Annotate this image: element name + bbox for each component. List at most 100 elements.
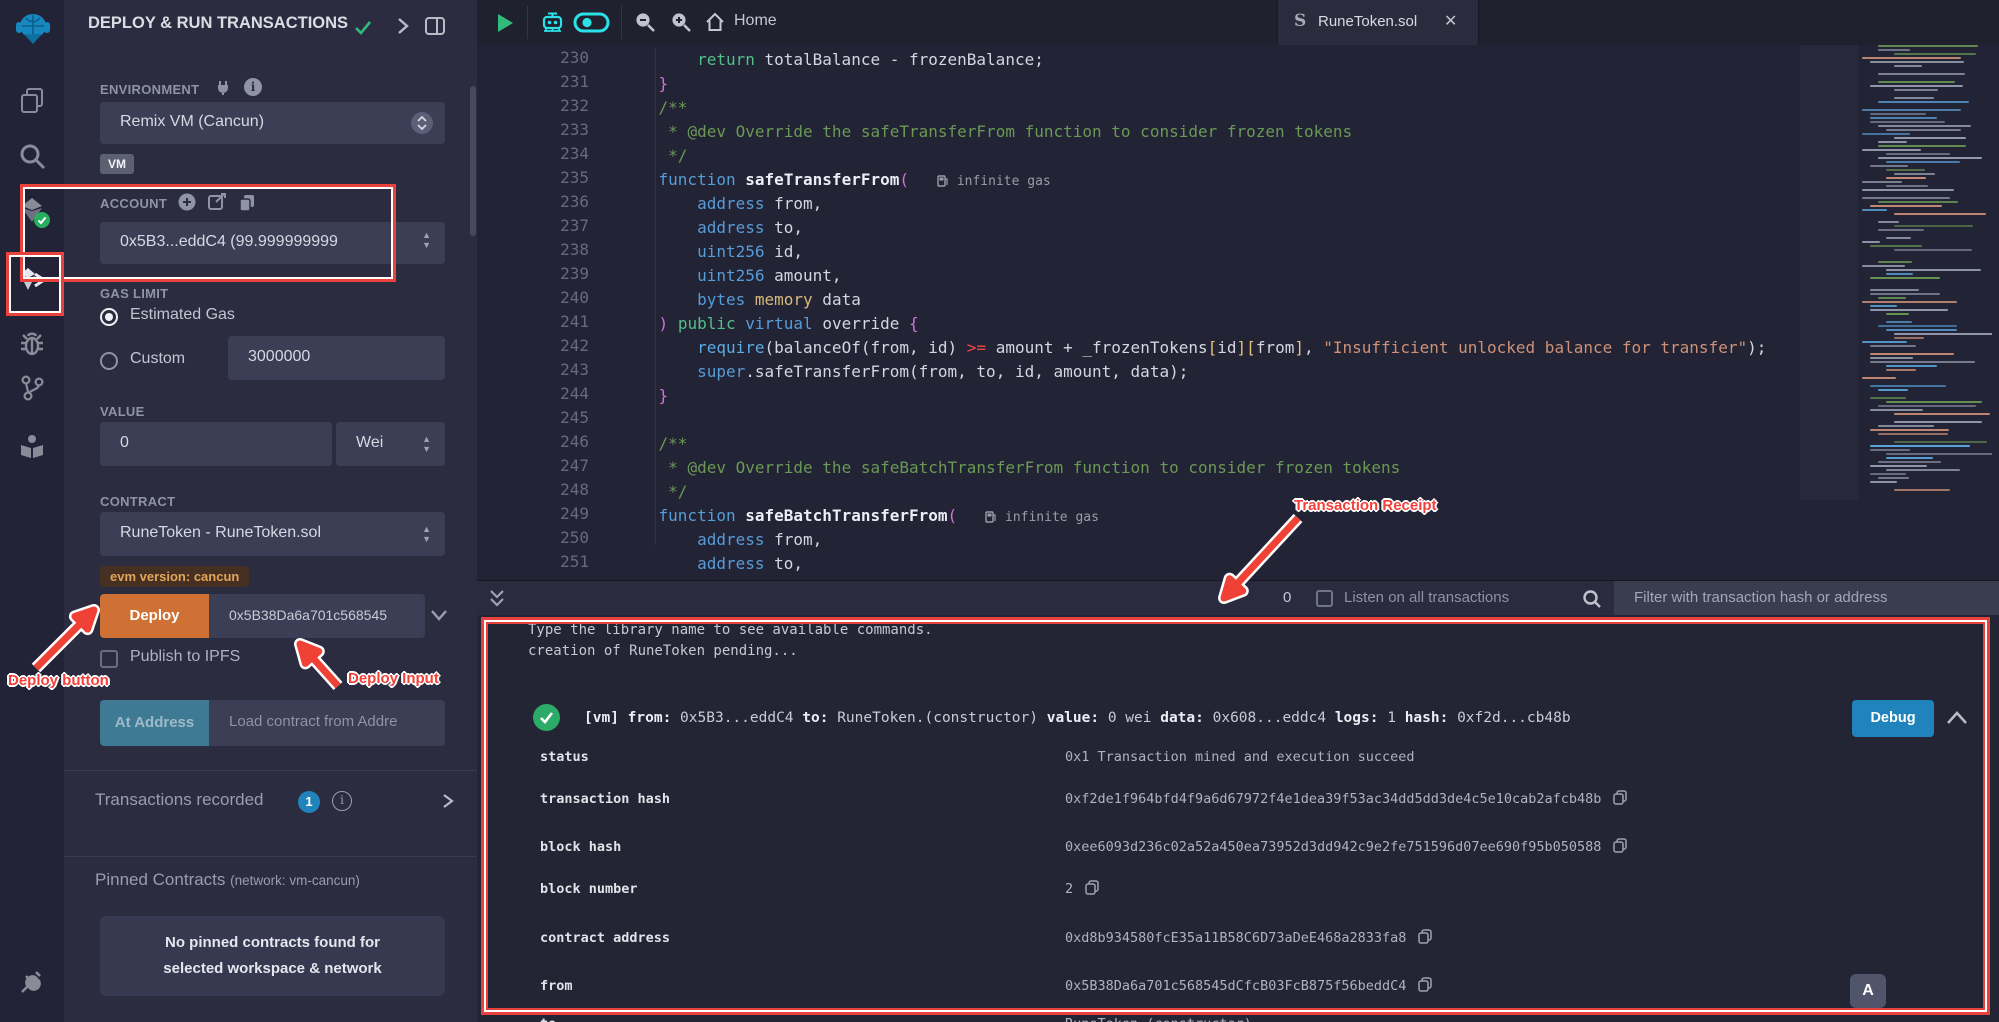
- plugin-manager-icon[interactable]: [16, 968, 46, 998]
- listen-all-checkbox[interactable]: [1316, 590, 1333, 607]
- publish-ipfs-checkbox[interactable]: [100, 650, 118, 668]
- code-line: return totalBalance - frozenBalance;: [620, 48, 1044, 72]
- deploy-input[interactable]: 0x5B38Da6a701c568545: [209, 594, 425, 638]
- pinned-empty-message: No pinned contracts found for selected w…: [100, 916, 445, 996]
- code-line: function safeBatchTransferFrom( infinite…: [620, 504, 1099, 530]
- minimap-line: [1870, 353, 1954, 355]
- transactions-expand-icon[interactable]: [440, 792, 456, 810]
- minimap-line: [1894, 413, 1990, 415]
- minimap-line: [1870, 473, 1906, 475]
- git-icon[interactable]: [18, 374, 46, 402]
- minimap-line: [1870, 309, 1948, 311]
- run-script-icon[interactable]: [495, 12, 515, 34]
- environment-label: ENVIRONMENT: [100, 82, 199, 97]
- minimap-line: [1870, 305, 1897, 307]
- file-explorer-icon[interactable]: [18, 86, 46, 114]
- minimap-line: [1870, 445, 1970, 447]
- deploy-expand-icon[interactable]: [430, 608, 448, 622]
- copy-account-icon[interactable]: [238, 193, 256, 211]
- debugger-icon[interactable]: [18, 330, 46, 358]
- zoom-out-icon[interactable]: [634, 11, 656, 33]
- code-line: uint256 id,: [620, 240, 803, 264]
- search-icon[interactable]: [18, 142, 46, 170]
- environment-info-icon[interactable]: i: [244, 78, 262, 96]
- value-input[interactable]: 0: [100, 422, 332, 466]
- minimap-line: [1878, 461, 1941, 463]
- remix-ide-window: DEPLOY & RUN TRANSACTIONS ENVIRONMENT i …: [0, 0, 1999, 1022]
- value-unit: Wei: [356, 434, 383, 452]
- editor-minimap[interactable]: [1858, 45, 1992, 497]
- minimap-line: [1886, 401, 1982, 403]
- line-number: 248: [477, 480, 589, 499]
- plug-icon[interactable]: [216, 80, 232, 96]
- environment-stepper-icon[interactable]: [411, 112, 433, 134]
- tab-runetoken[interactable]: S RuneToken.sol ✕: [1277, 0, 1479, 45]
- contract-select[interactable]: RuneToken - RuneToken.sol ▲▼: [100, 512, 445, 556]
- gas-limit-label: GAS LIMIT: [100, 286, 168, 301]
- receipt-row-value: 2: [1065, 881, 1073, 897]
- minimap-line: [1870, 293, 1940, 295]
- receipt-row: from0x5B38Da6a701c568545dCfcB03FcB875f56…: [540, 975, 1432, 995]
- minimap-line: [1878, 297, 1906, 299]
- minimap-line: [1878, 101, 1969, 103]
- add-account-icon[interactable]: [178, 193, 196, 211]
- learneth-icon[interactable]: [18, 432, 46, 460]
- ai-toggle-icon[interactable]: [573, 12, 610, 33]
- copy-icon[interactable]: [1418, 977, 1432, 996]
- custom-gas-input[interactable]: 3000000: [228, 336, 445, 380]
- deploy-button[interactable]: Deploy: [100, 594, 209, 638]
- at-address-input[interactable]: Load contract from Addre: [209, 700, 445, 746]
- terminal-search-icon[interactable]: [1582, 589, 1602, 609]
- code-editor[interactable]: 2302312322332342352362372382392402412422…: [477, 45, 1999, 580]
- minimap-line: [1862, 377, 1896, 379]
- tab-close-icon[interactable]: ✕: [1444, 11, 1457, 31]
- copy-icon[interactable]: [1613, 838, 1627, 857]
- line-number: 245: [477, 408, 589, 427]
- panel-scrollbar[interactable]: [470, 86, 476, 236]
- tab-home[interactable]: Home: [704, 0, 814, 45]
- value-amount: 0: [120, 434, 129, 452]
- minimap-line: [1886, 269, 1981, 271]
- line-number: 250: [477, 528, 589, 547]
- deploy-run-icon[interactable]: [18, 266, 46, 294]
- account-select[interactable]: 0x5B3...eddC4 (99.999999999 ▲▼: [100, 222, 445, 264]
- minimap-line: [1870, 397, 1906, 399]
- panel-layout-icon[interactable]: [424, 15, 446, 37]
- copy-icon[interactable]: [1613, 790, 1627, 809]
- line-number: 244: [477, 384, 589, 403]
- minimap-line: [1878, 425, 1934, 427]
- minimap-line: [1894, 333, 1992, 335]
- minimap-line: [1886, 453, 1992, 455]
- solidity-compiler-icon[interactable]: [18, 196, 46, 224]
- code-line: /**: [620, 96, 687, 120]
- filter-input[interactable]: Filter with transaction hash or address: [1614, 581, 1999, 616]
- minimap-line: [1862, 301, 1957, 303]
- copy-icon[interactable]: [1418, 929, 1432, 948]
- tx-summary-line[interactable]: [vm] from: 0x5B3...eddC4 to: RuneToken.(…: [584, 710, 1571, 726]
- ai-assistant-icon[interactable]: [539, 9, 566, 36]
- minimap-line: [1870, 205, 1942, 207]
- environment-select[interactable]: Remix VM (Cancun): [100, 102, 445, 144]
- estimated-gas-radio[interactable]: [100, 308, 118, 326]
- debug-button[interactable]: Debug: [1852, 700, 1934, 737]
- minimap-line: [1878, 145, 1966, 147]
- code-line: ) public virtual override {: [620, 312, 919, 336]
- minimap-line: [1862, 109, 1961, 111]
- remix-logo-icon[interactable]: [14, 10, 52, 48]
- at-address-button[interactable]: At Address: [100, 700, 209, 746]
- transactions-info-icon[interactable]: i: [332, 791, 352, 811]
- editor-scrollbar[interactable]: [1800, 45, 1858, 500]
- zoom-in-icon[interactable]: [670, 11, 692, 33]
- code-line: address from,: [620, 528, 822, 552]
- panel-forward-icon[interactable]: [394, 16, 412, 36]
- minimap-line: [1878, 201, 1958, 203]
- value-unit-select[interactable]: Wei ▲▼: [336, 422, 445, 466]
- home-icon: [704, 11, 726, 33]
- collapse-receipt-icon[interactable]: [1944, 708, 1970, 728]
- minimap-line: [1862, 265, 1905, 267]
- minimap-line: [1878, 229, 1924, 231]
- edit-account-icon[interactable]: [208, 193, 226, 211]
- custom-gas-radio[interactable]: [100, 352, 118, 370]
- collapse-terminal-icon[interactable]: [488, 588, 506, 610]
- copy-icon[interactable]: [1085, 880, 1099, 899]
